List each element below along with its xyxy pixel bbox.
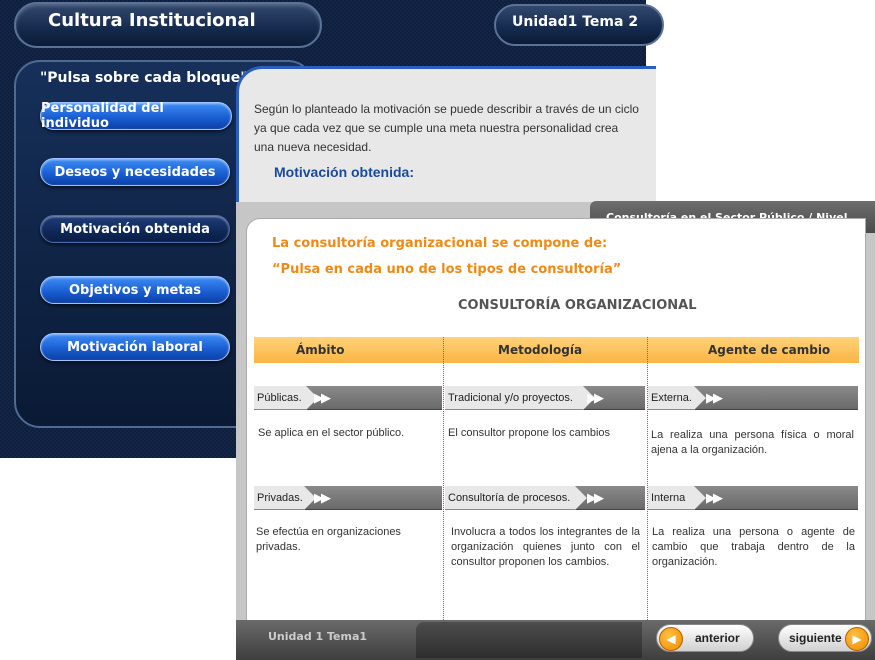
fast-forward-icon: ▶▶ (706, 490, 723, 505)
menu-button-personalidad[interactable]: Personalidad del individuo (40, 101, 232, 131)
fast-forward-icon: ▶▶ (587, 490, 604, 505)
previous-label: anterior (695, 631, 740, 645)
footer-panel (416, 622, 642, 658)
next-label: siguiente (789, 631, 842, 645)
table-title: CONSULTORÍA ORGANIZACIONAL (458, 298, 697, 313)
desc-publicas: Se aplica en el sector público. (258, 427, 405, 439)
type-bar-tradicional[interactable]: Tradicional y/o proyectos. ▶▶ (445, 386, 645, 410)
footer-unit-label: Unidad 1 Tema1 (268, 630, 368, 643)
column-header-metodologia: Metodología (498, 343, 583, 357)
consultoria-heading: La consultoría organizacional se compone… (272, 236, 608, 251)
next-button[interactable]: siguiente ▶ (778, 624, 872, 652)
arrow-right-icon: ▶ (845, 627, 869, 651)
desc-externa: La realiza una persona física o moral aj… (651, 429, 854, 456)
column-divider (443, 337, 444, 620)
type-bar-procesos[interactable]: Consultoría de procesos. ▶▶ (445, 486, 645, 510)
consultoria-instruction: “Pulsa en cada uno de los tipos de consu… (272, 262, 622, 277)
menu-button-motivacion-obtenida[interactable]: Motivación obtenida (40, 215, 230, 243)
type-label-procesos: Consultoría de procesos. (445, 486, 587, 510)
window-title: Cultura Institucional (48, 10, 256, 31)
type-bar-privadas[interactable]: Privadas. ▶▶ (254, 486, 442, 510)
menu-button-objetivos[interactable]: Objetivos y metas (40, 276, 230, 304)
content-paragraph: Según lo planteado la motivación se pued… (254, 102, 639, 154)
fast-forward-icon: ▶▶ (314, 490, 331, 505)
type-label-privadas: Privadas. (254, 486, 316, 510)
fast-forward-icon: ▶▶ (706, 390, 723, 405)
type-label-externa: Externa. (648, 386, 706, 410)
section-heading: Motivación obtenida: (274, 164, 414, 180)
previous-button[interactable]: ◀ anterior (656, 624, 754, 652)
menu-button-deseos[interactable]: Deseos y necesidades (40, 158, 230, 186)
type-bar-publicas[interactable]: Públicas. ▶▶ (254, 386, 442, 410)
desc-procesos: Involucra a todos los integrantes de la … (451, 526, 640, 568)
menu-button-motivacion-laboral[interactable]: Motivación laboral (40, 333, 230, 361)
fast-forward-icon: ▶▶ (587, 390, 604, 405)
desc-tradicional: El consultor propone los cambios (448, 427, 611, 439)
type-label-interna: Interna (648, 486, 706, 510)
fast-forward-icon: ▶▶ (314, 390, 331, 405)
type-bar-interna[interactable]: Interna ▶▶ (648, 486, 858, 510)
column-header-ambito: Ámbito (296, 343, 345, 357)
arrow-left-icon: ◀ (659, 627, 683, 651)
column-header-agente: Agente de cambio (708, 343, 831, 357)
unit-label: Unidad1 Tema 2 (512, 14, 639, 30)
type-bar-externa[interactable]: Externa. ▶▶ (648, 386, 858, 410)
column-divider (647, 337, 648, 620)
type-label-publicas: Públicas. (254, 386, 318, 410)
desc-privadas: Se efectúa en organizaciones privadas. (256, 526, 401, 553)
menu-instruction: "Pulsa sobre cada bloque" (40, 70, 248, 86)
type-label-tradicional: Tradicional y/o proyectos. (445, 386, 595, 410)
desc-interna: La realiza una persona o agente de cambi… (652, 526, 855, 568)
